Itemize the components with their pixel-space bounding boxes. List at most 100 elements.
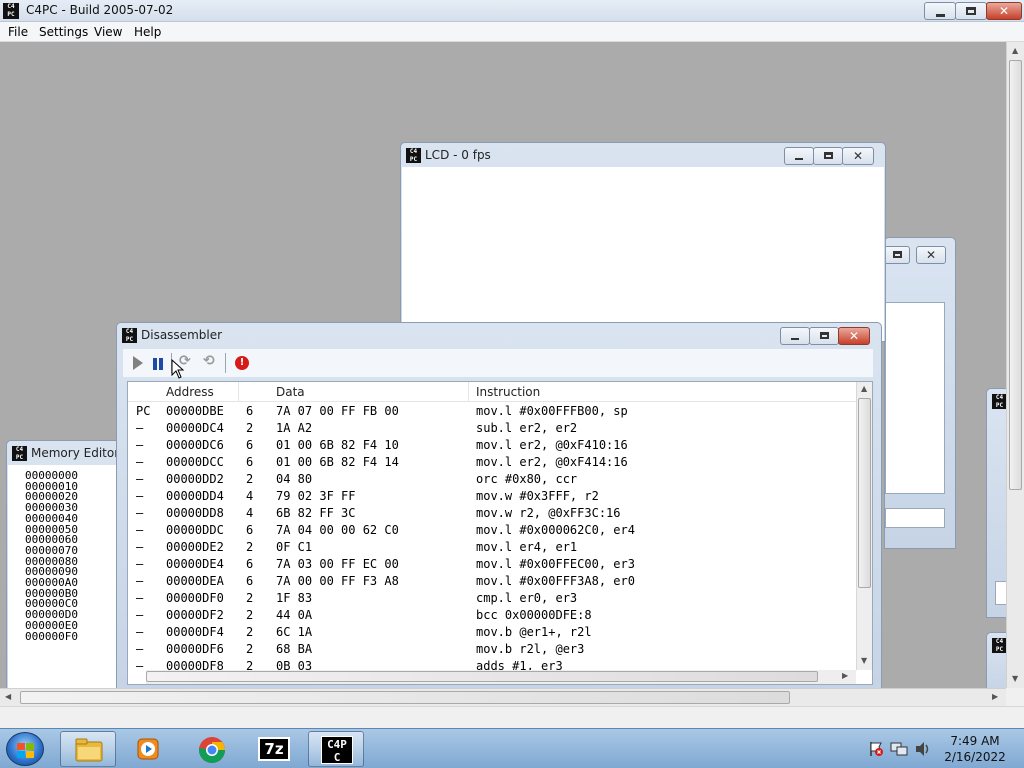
row-address: 00000DEA (166, 574, 224, 588)
row-data: 7A 07 00 FF FB 00 (276, 404, 399, 418)
table-row[interactable]: – 00000DF0 2 1F 83 cmp.l er0, er3 (128, 590, 856, 607)
scroll-thumb[interactable] (146, 671, 818, 682)
row-data: 0F C1 (276, 540, 313, 554)
tray-clock[interactable]: 7:49 AM 2/16/2022 (940, 733, 1010, 765)
menu-settings[interactable]: Settings (39, 25, 88, 39)
scroll-thumb[interactable] (20, 691, 790, 704)
lcd-window[interactable]: C4 PC LCD - 0 fps ✕ (400, 142, 886, 342)
row-size: 2 (246, 608, 254, 622)
run-button[interactable] (133, 356, 143, 370)
disassembly-list[interactable]: Address Data Instruction PC 00000DBE 6 7A 0… (127, 381, 873, 685)
table-row[interactable]: – 00000DEA 6 7A 00 00 FF F3 A8 mov.l #0x00FF… (128, 573, 856, 590)
bg-close-button[interactable]: ✕ (916, 246, 946, 264)
menu-file[interactable]: File (8, 25, 28, 39)
column-address[interactable]: Address (166, 385, 214, 399)
dis-close-button[interactable]: ✕ (838, 327, 870, 345)
start-button[interactable] (6, 732, 44, 766)
taskbar-chrome[interactable] (184, 731, 240, 767)
lcd-close-button[interactable]: ✕ (842, 147, 874, 165)
table-row[interactable]: – 00000DCC 6 01 00 6B 82 F4 14 mov.l er2, @0… (128, 454, 856, 471)
background-window[interactable]: ✕ (884, 237, 956, 549)
row-address: 00000DC6 (166, 438, 224, 452)
volume-icon[interactable] (914, 741, 932, 757)
main-titlebar[interactable]: C4 PC C4PC - Build 2005-07-02 ✕ (0, 0, 1024, 22)
row-size: 6 (246, 438, 254, 452)
scroll-down-icon[interactable]: ▼ (861, 656, 867, 665)
table-row[interactable]: – 00000DC6 6 01 00 6B 82 F4 10 mov.l er2, @0… (128, 437, 856, 454)
edge-window-1[interactable]: C4 PC (986, 388, 1006, 618)
dis-minimize-button[interactable] (780, 327, 810, 345)
memory-address-list: 00000000 00000010 00000020 00000030 00000040… (25, 470, 78, 643)
dis-restore-button[interactable] (809, 327, 839, 345)
table-row[interactable]: – 00000DF2 2 44 0A bcc 0x00000DFE:8 (128, 607, 856, 624)
main-vscroll[interactable]: ▲ ▼ (1006, 42, 1024, 688)
pause-button[interactable] (151, 353, 171, 373)
action-center-flag-icon[interactable] (868, 741, 884, 757)
lcd-title: LCD - 0 fps (425, 148, 491, 162)
table-row[interactable]: – 00000DF4 2 6C 1A mov.b @er1+, r2l (128, 624, 856, 641)
c4pc-app-icon: C4 PC (3, 3, 19, 19)
disassembler-toolbar: ⟳ ⟲ ! (123, 349, 873, 379)
row-marker: – (136, 472, 144, 486)
taskbar-c4pc[interactable]: C4PC (308, 731, 364, 767)
disassembly-vscroll[interactable]: ▲ ▼ (856, 382, 872, 670)
media-player-icon (137, 738, 159, 760)
taskbar-7zip[interactable]: 7z (246, 731, 302, 767)
system-tray: 7:49 AM 2/16/2022 (866, 729, 1024, 768)
memory-editor-window[interactable]: C4 PC Memory Editor 00000000 00000010 00000… (6, 440, 122, 688)
lcd-screen[interactable] (402, 167, 884, 341)
lcd-restore-button[interactable] (813, 147, 843, 165)
scroll-up-icon[interactable]: ▲ (861, 384, 867, 393)
row-marker: – (136, 523, 144, 537)
row-size: 2 (246, 472, 254, 486)
table-row[interactable]: – 00000DE4 6 7A 03 00 FF EC 00 mov.l #0x00FF… (128, 556, 856, 573)
close-button[interactable]: ✕ (986, 2, 1022, 20)
menu-help[interactable]: Help (134, 25, 161, 39)
taskbar-media-player[interactable] (120, 731, 176, 767)
main-hscroll[interactable]: ◀ ▶ (0, 688, 1006, 706)
scroll-right-icon[interactable]: ▶ (842, 671, 848, 680)
restore-icon (824, 152, 833, 159)
scroll-left-icon[interactable]: ◀ (5, 692, 11, 701)
scroll-right-icon[interactable]: ▶ (992, 692, 998, 701)
scroll-up-icon[interactable]: ▲ (1012, 46, 1018, 55)
table-row[interactable]: – 00000DF6 2 68 BA mov.b r2l, @er3 (128, 641, 856, 658)
edge-window-2[interactable]: C4 PC (986, 632, 1006, 688)
scroll-thumb[interactable] (1009, 60, 1022, 490)
restore-button[interactable] (955, 2, 987, 20)
table-row[interactable]: – 00000DD2 2 04 80 orc #0x80, ccr (128, 471, 856, 488)
row-size: 2 (246, 540, 254, 554)
c4pc-app-icon: C4 PC (122, 328, 137, 343)
bg-restore-button[interactable] (885, 246, 910, 264)
row-size: 4 (246, 506, 254, 520)
scroll-down-icon[interactable]: ▼ (1012, 674, 1018, 683)
table-row[interactable]: – 00000DC4 2 1A A2 sub.l er2, er2 (128, 420, 856, 437)
memory-address: 000000F0 (25, 629, 78, 643)
bg-input[interactable] (885, 508, 945, 528)
explorer-icon (75, 738, 103, 762)
breakpoint-button[interactable]: ! (235, 356, 249, 370)
step-over-button[interactable]: ⟲ (203, 353, 223, 373)
column-instruction[interactable]: Instruction (476, 385, 540, 399)
taskbar-explorer[interactable] (60, 731, 116, 767)
row-instruction: mov.l er2, @0xF410:16 (476, 438, 628, 452)
column-data[interactable]: Data (276, 385, 305, 399)
scroll-thumb[interactable] (858, 398, 871, 588)
row-address: 00000DD2 (166, 472, 224, 486)
list-header: Address Data Instruction (128, 382, 856, 402)
row-address: 00000DF2 (166, 608, 224, 622)
table-row[interactable]: – 00000DDC 6 7A 04 00 00 62 C0 mov.l #0x0000… (128, 522, 856, 539)
lcd-minimize-button[interactable] (784, 147, 814, 165)
menubar: File Settings View Help (0, 22, 1024, 42)
table-row[interactable]: – 00000DE2 2 0F C1 mov.l er4, er1 (128, 539, 856, 556)
disassembler-window[interactable]: C4 PC Disassembler ✕ ⟳ ⟲ ! Address Data … (116, 322, 882, 688)
network-icon[interactable] (890, 741, 908, 757)
close-icon: ✕ (998, 4, 1010, 18)
table-row[interactable]: – 00000DD4 4 79 02 3F FF mov.w #0x3FFF, r2 (128, 488, 856, 505)
minimize-button[interactable] (924, 2, 956, 20)
disassembly-hscroll[interactable]: ▶ (146, 670, 856, 684)
menu-view[interactable]: View (94, 25, 122, 39)
table-row[interactable]: – 00000DD8 4 6B 82 FF 3C mov.w r2, @0xFF3C:1… (128, 505, 856, 522)
row-size: 6 (246, 523, 254, 537)
table-row[interactable]: PC 00000DBE 6 7A 07 00 FF FB 00 mov.l #0x00F… (128, 403, 856, 420)
